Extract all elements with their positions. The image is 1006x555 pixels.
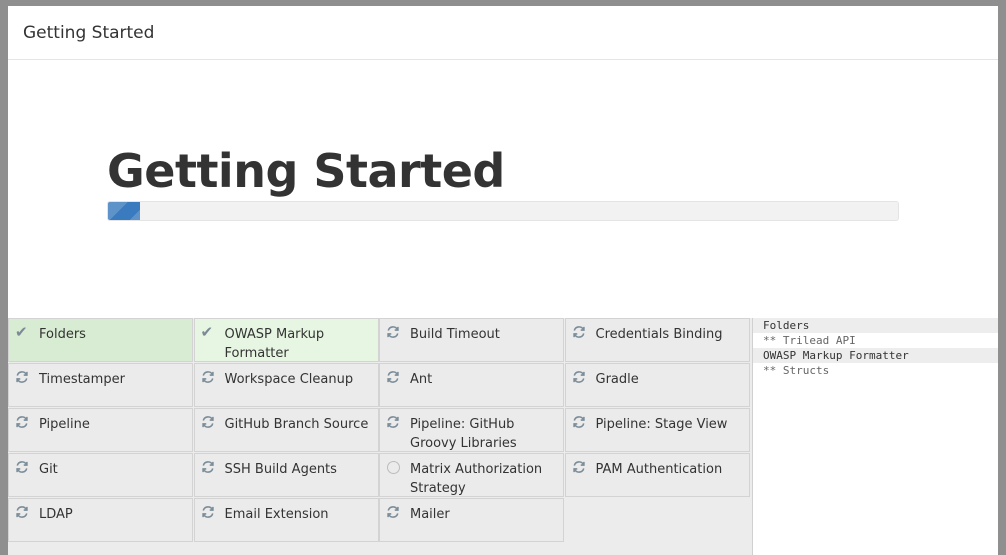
dialog-title: Getting Started: [23, 22, 155, 43]
plugin-tile: Build Timeout: [379, 318, 564, 362]
plugin-tile: GitHub Branch Source: [193, 408, 379, 452]
plugin-tile: Credentials Binding: [564, 318, 750, 362]
refresh-icon: [201, 505, 215, 519]
plugin-tile: Pipeline: GitHub Groovy Libraries: [379, 408, 564, 452]
plugin-tile: ✔ Folders: [8, 318, 193, 362]
plugin-tile: Timestamper: [8, 363, 193, 407]
refresh-icon: [15, 505, 29, 519]
plugin-name: Ant: [410, 372, 433, 387]
plugin-name: Timestamper: [39, 372, 125, 387]
plugin-tile: Git: [8, 453, 193, 497]
plugin-tile: Mailer: [379, 498, 564, 542]
plugin-tile: PAM Authentication: [564, 453, 750, 497]
plugin-tile: SSH Build Agents: [193, 453, 379, 497]
setup-dialog: Getting Started Getting Started ✔ Folders…: [8, 6, 998, 555]
plugin-name: Folders: [39, 327, 86, 342]
plugin-name: Credentials Binding: [595, 327, 723, 342]
plugin-tile: Matrix Authorization Strategy: [379, 453, 564, 497]
refresh-icon: [572, 370, 586, 384]
plugin-name: PAM Authentication: [595, 462, 723, 477]
refresh-icon: [386, 415, 400, 429]
plugin-tile: Email Extension: [193, 498, 379, 542]
plugin-tile: LDAP: [8, 498, 193, 542]
plugin-name: Email Extension: [224, 507, 329, 522]
plugin-name: LDAP: [39, 507, 73, 522]
plugin-tile: Ant: [379, 363, 564, 407]
refresh-icon: [572, 415, 586, 429]
plugin-name: Pipeline: Stage View: [595, 417, 728, 432]
refresh-icon: [15, 370, 29, 384]
install-panel: ✔ Folders ✔ OWASP Markup Formatter Build Tim…: [8, 318, 998, 555]
refresh-icon: [386, 370, 400, 384]
plugin-name: GitHub Branch Source: [224, 417, 369, 432]
refresh-icon: [201, 415, 215, 429]
refresh-icon: [201, 460, 215, 474]
install-progress-fill: [108, 202, 140, 220]
log-line: Folders: [753, 318, 998, 333]
install-log: Folders ** Trilead API OWASP Markup Format…: [752, 318, 998, 555]
plugin-name: OWASP Markup Formatter: [224, 327, 325, 361]
refresh-icon: [201, 370, 215, 384]
refresh-icon: [15, 415, 29, 429]
dialog-header: Getting Started: [8, 6, 998, 60]
plugin-name: SSH Build Agents: [224, 462, 337, 477]
hero-panel: Getting Started: [8, 60, 998, 319]
plugin-tile: Pipeline: [8, 408, 193, 452]
plugin-name: Pipeline: GitHub Groovy Libraries: [410, 417, 517, 451]
circle-icon: [386, 460, 400, 474]
refresh-icon: [572, 460, 586, 474]
plugin-name: Matrix Authorization Strategy: [410, 462, 543, 496]
log-line: ** Structs: [763, 364, 830, 377]
check-icon: ✔: [15, 323, 28, 341]
plugin-name: Workspace Cleanup: [224, 372, 354, 387]
plugin-tile: Pipeline: Stage View: [564, 408, 750, 452]
log-line: OWASP Markup Formatter: [753, 348, 998, 363]
page-title: Getting Started: [107, 144, 505, 198]
check-icon: ✔: [200, 323, 214, 341]
plugin-tile: ✔ OWASP Markup Formatter: [193, 318, 379, 362]
refresh-icon: [386, 325, 400, 339]
plugin-name: Mailer: [410, 507, 450, 522]
refresh-icon: [572, 325, 586, 339]
log-line: ** Trilead API: [763, 334, 856, 347]
plugin-name: Gradle: [595, 372, 639, 387]
refresh-icon: [386, 505, 400, 519]
plugin-name: Build Timeout: [410, 327, 500, 342]
install-progress-bar: [107, 201, 899, 221]
plugin-tile: Gradle: [564, 363, 750, 407]
plugin-tile: Workspace Cleanup: [193, 363, 379, 407]
plugin-name: Git: [39, 462, 58, 477]
refresh-icon: [15, 460, 29, 474]
plugin-name: Pipeline: [39, 417, 90, 432]
plugin-grid: ✔ Folders ✔ OWASP Markup Formatter Build Tim…: [8, 318, 751, 555]
